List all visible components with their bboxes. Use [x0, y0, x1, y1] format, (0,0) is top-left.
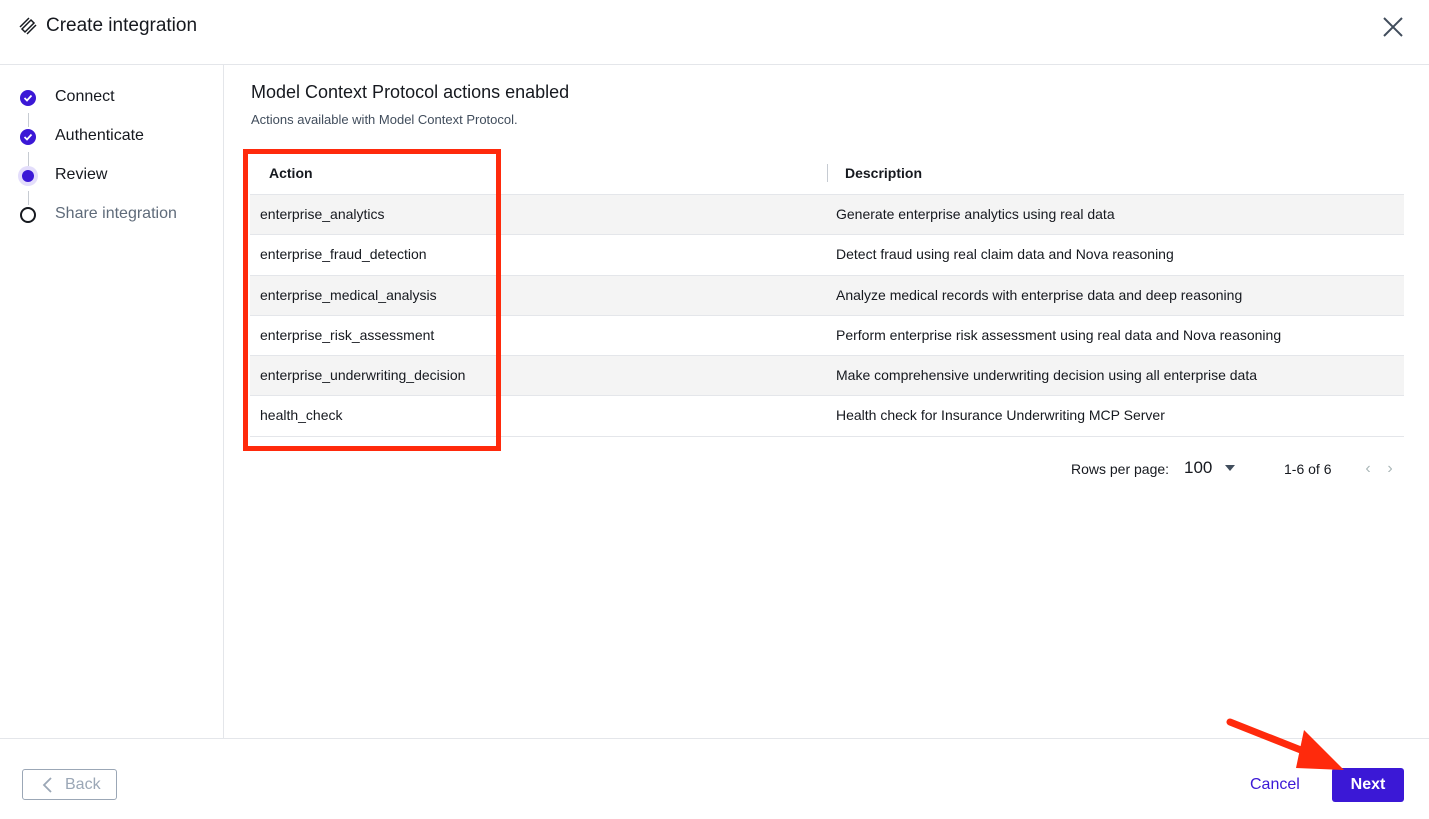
table-row: enterprise_analytics Generate enterprise… [250, 195, 1404, 236]
chevron-left-icon[interactable]: ‹ [1361, 460, 1375, 478]
next-button[interactable]: Next [1332, 768, 1404, 802]
step-label: Review [55, 166, 108, 183]
action-cell: enterprise_fraud_detection [260, 246, 427, 263]
table-row: enterprise_risk_assessment Perform enter… [250, 316, 1404, 357]
actions-table: Action Description enterprise_analytics … [250, 151, 1404, 437]
column-header-action[interactable]: Action [269, 165, 313, 181]
description-cell: Analyze medical records with enterprise … [836, 286, 1243, 303]
action-cell: enterprise_underwriting_decision [260, 367, 466, 384]
step-label: Authenticate [55, 127, 144, 144]
rows-per-page-select[interactable]: 100 [1184, 458, 1212, 478]
chevron-right-icon[interactable]: › [1383, 460, 1397, 478]
back-button[interactable]: Back [22, 769, 117, 800]
column-header-description[interactable]: Description [845, 165, 922, 181]
section-title: Model Context Protocol actions enabled [251, 82, 570, 102]
table-row: health_check Health check for Insurance … [250, 396, 1404, 437]
description-cell: Detect fraud using real claim data and N… [836, 246, 1174, 263]
section-subtitle: Actions available with Model Context Pro… [251, 112, 518, 127]
wizard-steps: Connect Authenticate Review Share integr… [0, 65, 224, 738]
empty-circle-icon [20, 207, 36, 223]
step-authenticate[interactable]: Authenticate [18, 126, 218, 150]
pagination-range: 1-6 of 6 [1284, 461, 1332, 477]
action-cell: enterprise_medical_analysis [260, 286, 437, 303]
step-share-integration: Share integration [18, 204, 218, 228]
step-connector [28, 191, 29, 205]
description-cell: Make comprehensive underwriting decision… [836, 367, 1258, 384]
step-connector [28, 113, 29, 127]
table-row: enterprise_medical_analysis Analyze medi… [250, 275, 1404, 316]
step-connect[interactable]: Connect [18, 87, 218, 111]
step-label: Share integration [55, 205, 177, 222]
action-cell: enterprise_analytics [260, 206, 385, 222]
column-resizer[interactable] [827, 164, 828, 182]
check-circle-icon [20, 129, 36, 145]
table-row: enterprise_fraud_detection Detect fraud … [250, 235, 1404, 276]
current-step-icon [22, 170, 34, 182]
description-cell: Generate enterprise analytics using real… [836, 206, 1115, 222]
table-header: Action Description [250, 151, 1404, 195]
modal-title: Create integration [46, 15, 198, 36]
step-label: Connect [55, 88, 115, 105]
action-cell: enterprise_risk_assessment [260, 326, 435, 343]
pagination: Rows per page: 100 1-6 of 6 ‹ › [225, 458, 1429, 482]
step-connector [28, 152, 29, 166]
step-review[interactable]: Review [18, 165, 218, 189]
description-cell: Perform enterprise risk assessment using… [836, 326, 1282, 343]
check-circle-icon [20, 90, 36, 106]
cancel-button[interactable]: Cancel [1250, 776, 1300, 794]
modal-header: Create integration [0, 0, 1429, 65]
caret-down-icon[interactable] [1225, 465, 1235, 471]
main-content: Model Context Protocol actions enabled A… [225, 65, 1429, 738]
action-cell: health_check [260, 407, 343, 424]
rows-per-page-label: Rows per page: [1071, 461, 1170, 477]
table-row: enterprise_underwriting_decision Make co… [250, 356, 1404, 397]
chevron-left-icon [41, 776, 53, 799]
back-button-label: Back [65, 776, 101, 793]
description-cell: Health check for Insurance Underwriting … [836, 407, 1165, 424]
close-icon[interactable] [1380, 14, 1406, 40]
pencil-ruler-icon [18, 16, 38, 36]
modal-footer: Back Cancel Next [0, 738, 1429, 819]
